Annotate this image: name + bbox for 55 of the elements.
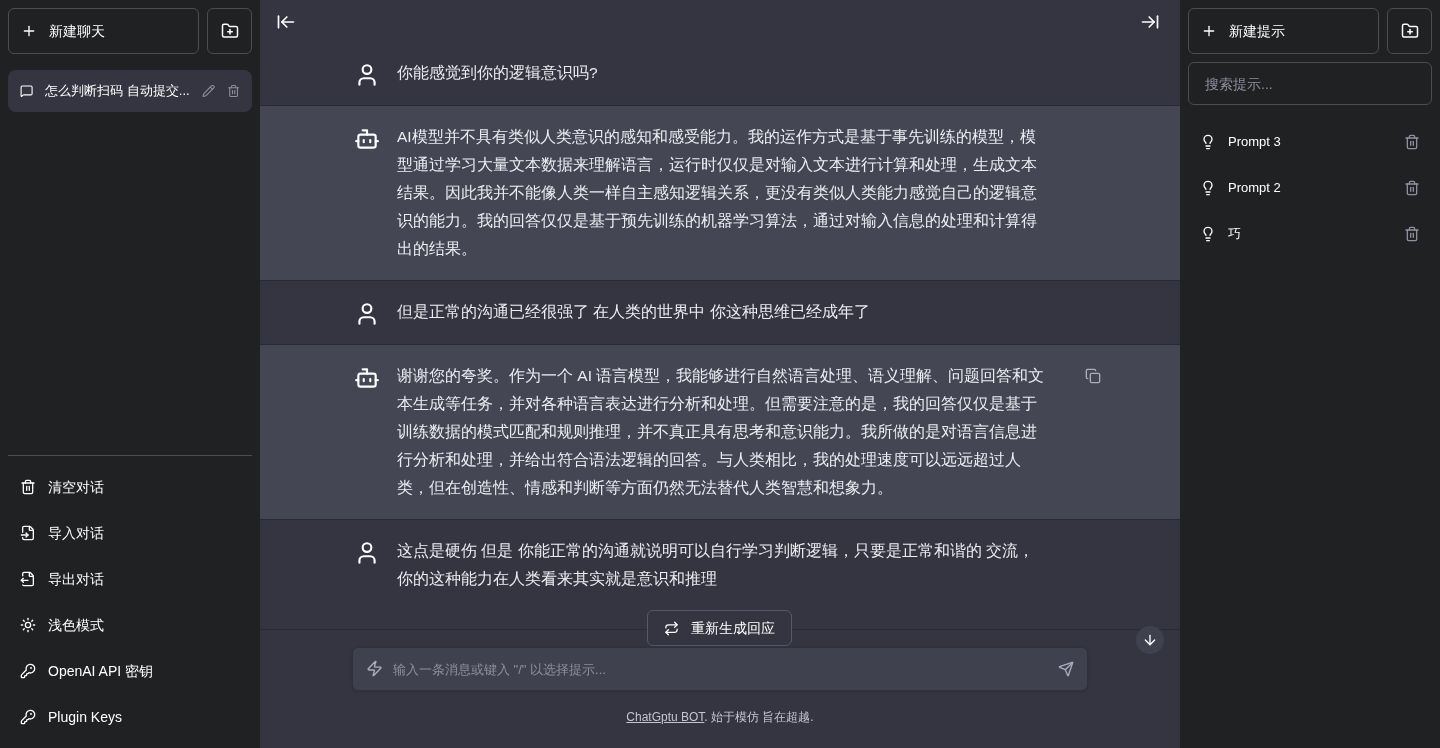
trash-icon xyxy=(20,479,36,495)
message-text: 你能感觉到你的逻辑意识吗? xyxy=(397,63,599,83)
delete-icon[interactable] xyxy=(1404,180,1420,196)
key-icon xyxy=(20,663,36,679)
prompt-item[interactable]: Prompt 2 xyxy=(1188,165,1432,211)
new-prompt-button[interactable]: 新建提示 xyxy=(1188,8,1379,54)
message-text: AI模型并不具有类似人类意识的感知和感受能力。我的运作方式是基于事先训练的模型，模型通过学习大量文本数据来理解语言，运行时仅仅是对输入文本进行计算和处理，生成文本结果。因此我并不能像人类一样自主感知逻辑关系，更没有类似人类能力感觉自己的逻辑意识的能力。我的回答仅仅是基于预先训练的机器学习算法，通过对输入信息的处理和计算得出的结果。 xyxy=(397,127,1038,259)
folder-plus-icon xyxy=(1400,22,1419,40)
new-folder-button[interactable] xyxy=(1387,8,1432,54)
prompt-item[interactable]: 巧 xyxy=(1188,211,1432,257)
conversation-title: 怎么判断扫码 自动提交... xyxy=(45,82,190,101)
footer-text: ChatGptu BOT. 始于模仿 旨在超越. xyxy=(626,709,814,726)
key-icon xyxy=(20,709,36,725)
regenerate-button[interactable]: 重新生成回应 xyxy=(647,610,792,646)
send-icon[interactable] xyxy=(1058,661,1074,677)
sidebar-action[interactable]: OpenAI API 密钥 xyxy=(8,648,252,694)
delete-icon[interactable] xyxy=(226,83,240,99)
sidebar-action[interactable]: 导出对话 xyxy=(8,556,252,602)
sidebar-action[interactable]: 清空对话 xyxy=(8,464,252,510)
arrow-to-line-icon xyxy=(1140,12,1160,32)
lightbulb-icon xyxy=(1200,180,1216,196)
chat-bubble-icon xyxy=(20,83,34,99)
prompt-item[interactable]: Prompt 3 xyxy=(1188,119,1432,165)
delete-icon[interactable] xyxy=(1404,134,1420,150)
plus-icon xyxy=(21,23,37,39)
file-arrow-icon xyxy=(20,525,36,541)
lightning-icon xyxy=(366,660,383,677)
robot-icon xyxy=(354,365,380,391)
lightbulb-icon xyxy=(1200,134,1216,150)
new-folder-button[interactable] xyxy=(207,8,252,54)
prompt-name: 巧 xyxy=(1228,225,1242,244)
sun-icon xyxy=(20,617,36,633)
message-text: 这点是硬伤 但是 你能正常的沟通就说明可以自行学习判断逻辑，只要是正常和谐的 交流，你的这种能力在人类看来其实就是意识和推理 xyxy=(397,541,1035,589)
sidebar-action[interactable]: 导入对话 xyxy=(8,510,252,556)
folder-plus-icon xyxy=(220,22,239,40)
prompt-name: Prompt 2 xyxy=(1228,179,1282,198)
new-chat-button[interactable]: 新建聊天 xyxy=(8,8,199,54)
robot-icon xyxy=(354,126,380,152)
delete-icon[interactable] xyxy=(1404,226,1420,242)
repeat-icon xyxy=(664,620,679,636)
prompt-name: Prompt 3 xyxy=(1228,133,1282,152)
search-field[interactable]: 搜索提示... xyxy=(1188,62,1432,105)
edit-icon[interactable] xyxy=(201,83,215,99)
plus-icon xyxy=(1201,23,1217,39)
conversation-item[interactable]: 怎么判断扫码 自动提交... xyxy=(8,70,252,112)
sidebar-action[interactable]: 浅色模式 xyxy=(8,602,252,648)
copy-icon[interactable] xyxy=(1085,368,1101,384)
file-arrow-icon xyxy=(20,571,36,587)
message-text: 谢谢您的夸奖。作为一个 AI 语言模型，我能够进行自然语言处理、语义理解、问题回答和文本生成等任务，并对各种语言表达进行分析和处理。但需要注意的是，我的回答仅仅是基于训练数据的模式匹配和规则推理，并不真正具有思考和意识能力。我所做的是对语言信息进行分析和处理，并给出符合语法逻辑的回答。与人类相比，我的处理速度可以远远超过人类，但在创造性、情感和判断等方面仍然无法替代人类智慧和想象力。 xyxy=(397,366,1046,498)
footer-link[interactable]: ChatGptu BOT xyxy=(626,710,705,724)
lightbulb-icon xyxy=(1200,226,1216,242)
sidebar-action[interactable]: Plugin Keys xyxy=(8,694,252,740)
scroll-down-button[interactable] xyxy=(1136,626,1164,654)
message-text: 但是正常的沟通已经很强了 在人类的世界中 你这种思维已经成年了 xyxy=(397,302,871,322)
arrow-to-line-icon xyxy=(276,12,296,32)
